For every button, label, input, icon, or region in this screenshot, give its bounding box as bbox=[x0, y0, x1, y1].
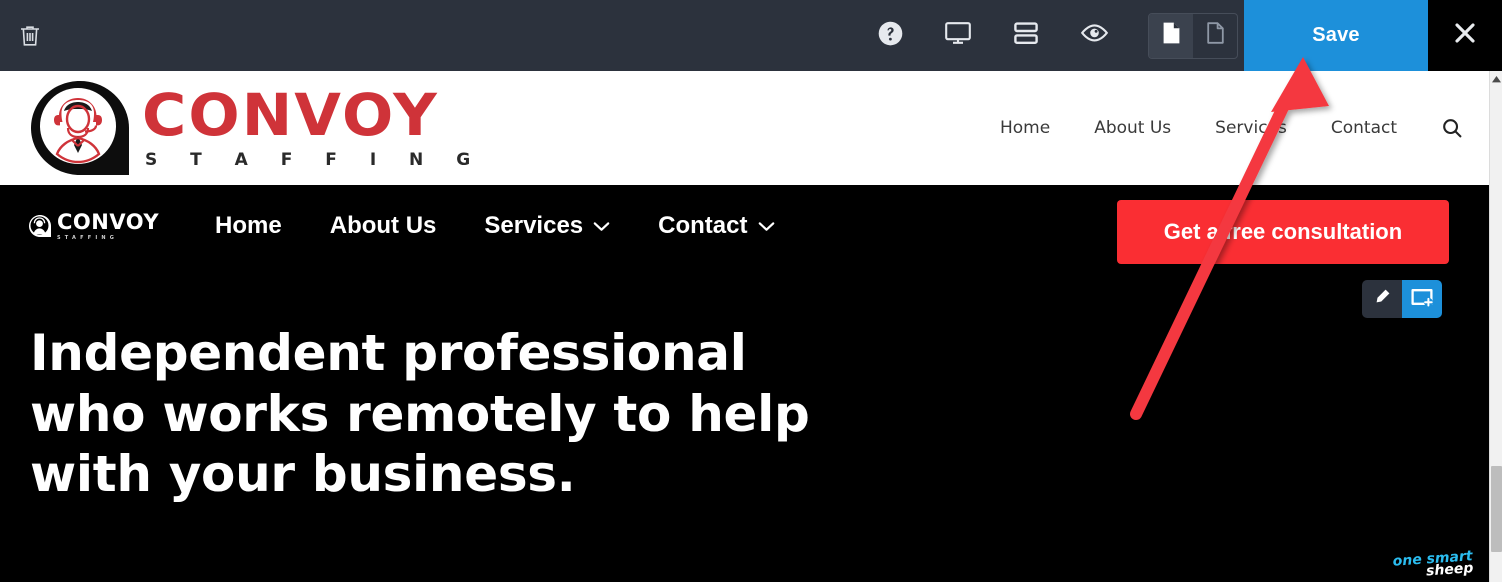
delete-page-button[interactable] bbox=[0, 24, 60, 48]
screen: Save CONVOY S T A F F I N G Home About U… bbox=[0, 0, 1502, 582]
save-button[interactable]: Save bbox=[1244, 0, 1428, 71]
main-navigation: Home About Us Services Contact bbox=[215, 212, 774, 240]
chevron-down-icon bbox=[758, 221, 775, 232]
desktop-view-button[interactable] bbox=[924, 0, 992, 71]
close-editor-button[interactable] bbox=[1428, 0, 1502, 71]
add-block-icon[interactable] bbox=[1411, 287, 1433, 312]
block-editor-widget bbox=[1362, 280, 1442, 318]
headset-person-icon bbox=[28, 214, 52, 238]
headset-person-icon bbox=[28, 78, 132, 178]
logo-tagline-text: S T A F F I N G bbox=[145, 150, 484, 170]
nav-item-services-label: Services bbox=[484, 212, 584, 239]
website-canvas: CONVOY S T A F F I N G Home About Us Ser… bbox=[0, 71, 1489, 582]
headset-icon bbox=[1234, 158, 1259, 185]
sticky-logo-wordmark: CONVOY STAFFING bbox=[57, 209, 160, 241]
single-page-toggle[interactable] bbox=[1149, 13, 1193, 58]
layout-rows-icon[interactable] bbox=[1012, 20, 1040, 52]
layout-rows-button[interactable] bbox=[992, 0, 1060, 71]
page-view-toggle-group bbox=[1148, 12, 1238, 59]
header-nav-item-contact[interactable]: Contact bbox=[1331, 118, 1397, 138]
phone-row[interactable]: 1.800.123.4567 bbox=[1234, 157, 1449, 186]
watermark-one-smart-sheep: one smart sheep bbox=[1392, 547, 1474, 581]
search-icon[interactable] bbox=[1441, 117, 1463, 139]
scroll-up-arrow-icon[interactable] bbox=[1490, 71, 1502, 87]
nav-item-home[interactable]: Home bbox=[215, 212, 282, 240]
nav-contact-block: 1.800.123.4567 Get a free consultation bbox=[1117, 157, 1449, 264]
edit-block-button[interactable] bbox=[1362, 280, 1402, 318]
trash-icon[interactable] bbox=[19, 24, 41, 48]
help-circle-icon[interactable] bbox=[877, 20, 904, 52]
site-logo-wordmark: CONVOY S T A F F I N G bbox=[142, 86, 484, 170]
chevron-down-icon bbox=[593, 221, 610, 232]
header-navigation: Home About Us Services Contact bbox=[1000, 117, 1463, 139]
sticky-navigation-bar: CONVOY STAFFING Home About Us Services C… bbox=[0, 157, 1489, 267]
nav-item-about-us-label: About Us bbox=[329, 212, 437, 239]
hero-section: Independent professional who works remot… bbox=[0, 267, 1489, 582]
nav-item-services[interactable]: Services bbox=[484, 212, 610, 240]
nav-item-about-us[interactable]: About Us bbox=[330, 212, 437, 240]
page-filled-icon[interactable] bbox=[1161, 21, 1182, 50]
header-nav-item-about-us[interactable]: About Us bbox=[1094, 118, 1171, 138]
nav-item-home-label: Home bbox=[215, 212, 282, 239]
add-block-button[interactable] bbox=[1402, 280, 1442, 318]
sticky-logo-brand-text: CONVOY bbox=[57, 209, 160, 234]
nav-item-contact-label: Contact bbox=[658, 212, 748, 239]
header-nav-item-home[interactable]: Home bbox=[1000, 118, 1050, 138]
sticky-logo-tagline-text: STAFFING bbox=[57, 234, 119, 241]
help-button[interactable] bbox=[856, 0, 924, 71]
close-x-icon[interactable] bbox=[1450, 18, 1480, 53]
page-outline-icon[interactable] bbox=[1205, 21, 1226, 50]
scrollbar-thumb[interactable] bbox=[1491, 466, 1502, 552]
site-logo[interactable]: CONVOY S T A F F I N G bbox=[28, 78, 484, 178]
all-pages-toggle[interactable] bbox=[1193, 14, 1237, 58]
sticky-nav-logo[interactable]: CONVOY STAFFING bbox=[28, 209, 160, 241]
preview-button[interactable] bbox=[1060, 0, 1128, 71]
eye-icon[interactable] bbox=[1079, 21, 1110, 50]
nav-item-contact[interactable]: Contact bbox=[658, 212, 774, 240]
pencil-icon[interactable] bbox=[1373, 288, 1391, 311]
header-nav-item-services[interactable]: Services bbox=[1215, 118, 1287, 138]
logo-brand-text: CONVOY bbox=[142, 81, 439, 149]
vertical-scrollbar[interactable] bbox=[1489, 71, 1502, 582]
hero-heading: Independent professional who works remot… bbox=[30, 324, 810, 503]
cta-free-consultation-button[interactable]: Get a free consultation bbox=[1117, 199, 1449, 264]
toolbar-tools bbox=[856, 0, 1244, 71]
desktop-monitor-icon[interactable] bbox=[943, 19, 973, 52]
phone-number[interactable]: 1.800.123.4567 bbox=[1271, 157, 1449, 186]
editor-toolbar: Save bbox=[0, 0, 1502, 71]
